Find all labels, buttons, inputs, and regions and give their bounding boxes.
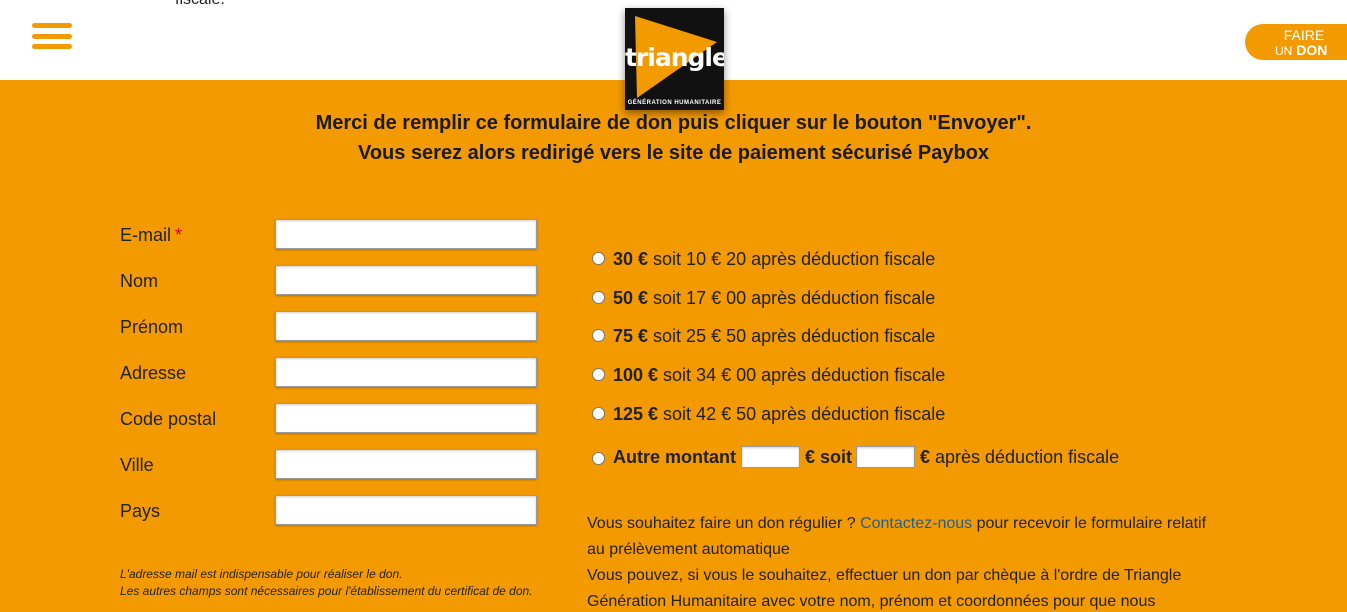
- other-after-tax-input[interactable]: [856, 446, 915, 468]
- logo-tagline: GÉNÉRATION HUMANITAIRE: [627, 100, 722, 106]
- amount-50-text: soit 17 € 00 après déduction fiscale: [648, 288, 936, 308]
- pays-field[interactable]: [275, 495, 537, 525]
- amount-50-radio[interactable]: [592, 291, 605, 304]
- adresse-label: Adresse: [120, 363, 187, 383]
- amount-50-value: 50 €: [613, 288, 649, 308]
- menu-burger-icon[interactable]: [32, 23, 72, 49]
- note-line-1: L'adresse mail est indispensable pour ré…: [120, 567, 403, 581]
- prenom-label: Prénom: [120, 317, 184, 337]
- amount-75-text: soit 25 € 50 après déduction fiscale: [648, 326, 936, 346]
- other-amount-input[interactable]: [741, 446, 800, 468]
- amount-30-radio[interactable]: [592, 252, 605, 265]
- amount-30-value: 30 €: [613, 249, 649, 269]
- other-amount-label: Autre montant: [613, 447, 736, 467]
- amount-100-value: 100 €: [613, 365, 659, 385]
- note-line-2: Les autres champs sont nécessaires pour …: [120, 584, 533, 598]
- nom-label: Nom: [120, 271, 159, 291]
- form-intro: Merci de remplir ce formulaire de don pu…: [0, 108, 1347, 168]
- amount-100-text: soit 34 € 00 après déduction fiscale: [658, 365, 946, 385]
- amount-125-text: soit 42 € 50 après déduction fiscale: [658, 404, 946, 424]
- required-mark: *: [175, 225, 183, 245]
- contact-us-link[interactable]: Contactez-nous: [860, 515, 972, 532]
- other-after-text: après déduction fiscale: [935, 447, 1120, 467]
- donate-button[interactable]: FAIRE UN DON: [1245, 24, 1347, 60]
- adresse-field[interactable]: [275, 357, 537, 387]
- pays-label: Pays: [120, 501, 161, 521]
- intro-line-1: Merci de remplir ce formulaire de don pu…: [315, 112, 1032, 134]
- nom-field[interactable]: [275, 265, 537, 295]
- amount-75-value: 75 €: [613, 326, 649, 346]
- amount-75-radio[interactable]: [592, 329, 605, 342]
- donate-line2: UN DON: [1275, 42, 1328, 59]
- info-paragraph-2: Vous pouvez, si vous le souhaitez, effec…: [587, 567, 1182, 610]
- other-euro-soit: € soit: [805, 447, 853, 467]
- code-postal-label: Code postal: [120, 409, 217, 429]
- site-header: fiscale. triangle GÉNÉRATION HUMANITAIRE…: [0, 0, 1347, 110]
- prenom-field[interactable]: [275, 311, 537, 341]
- amount-125-value: 125 €: [613, 404, 659, 424]
- form-note: L'adresse mail est indispensable pour ré…: [120, 566, 540, 600]
- logo-word: triangle: [625, 43, 724, 72]
- intro-line-2: Vous serez alors redirigé vers le site d…: [357, 142, 990, 164]
- donation-info: Vous souhaitez faire un don régulier ? C…: [587, 511, 1207, 612]
- donate-line1: FAIRE: [1283, 27, 1325, 43]
- header-overflow-text: fiscale.: [175, 0, 225, 9]
- code-postal-field[interactable]: [275, 403, 537, 433]
- info-paragraph-1: Vous souhaitez faire un don régulier ? C…: [587, 515, 1207, 558]
- amount-100-radio[interactable]: [592, 368, 605, 381]
- amount-other-radio[interactable]: [592, 452, 605, 465]
- amount-125-radio[interactable]: [592, 407, 605, 420]
- ville-label: Ville: [120, 455, 154, 475]
- other-euro: €: [920, 447, 931, 467]
- email-label: E-mail *: [120, 225, 183, 245]
- amount-option-other[interactable]: Autre montant € soit € après déduction f…: [592, 446, 1152, 472]
- ville-field[interactable]: [275, 449, 537, 479]
- email-field[interactable]: [275, 219, 537, 249]
- amount-30-text: soit 10 € 20 après déduction fiscale: [648, 249, 936, 269]
- triangle-logo[interactable]: triangle GÉNÉRATION HUMANITAIRE: [625, 8, 724, 110]
